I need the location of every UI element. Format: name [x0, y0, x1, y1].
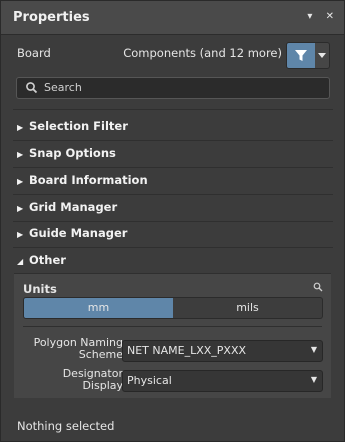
section-guide-manager[interactable]: ▶ Guide Manager — [17, 226, 127, 240]
units-mm-toggle[interactable]: mm — [23, 297, 174, 319]
divider — [23, 326, 322, 327]
section-snap-options[interactable]: ▶ Snap Options — [17, 146, 116, 160]
units-label: Units — [23, 282, 57, 296]
chevron-down-icon: ▼ — [310, 375, 317, 384]
divider — [13, 140, 333, 141]
section-label: Snap Options — [29, 146, 116, 160]
object-type-label: Board — [17, 46, 51, 60]
divider — [13, 109, 333, 110]
section-label: Grid Manager — [29, 200, 118, 214]
expand-arrow-icon: ▶ — [17, 177, 24, 186]
divider — [13, 247, 333, 248]
filter-scope-label: Components (and 12 more) — [123, 46, 282, 60]
designator-display-label: Designator Display — [19, 368, 123, 392]
select-value: NET NAME_LXX_PXXX — [127, 344, 247, 357]
expand-arrow-icon: ▶ — [17, 230, 24, 239]
expand-arrow-icon: ▶ — [17, 204, 24, 213]
section-grid-manager[interactable]: ▶ Grid Manager — [17, 200, 117, 214]
panel-title: Properties — [13, 10, 90, 25]
search-icon[interactable] — [313, 282, 323, 292]
filter-dropdown-button[interactable] — [315, 42, 330, 69]
section-selection-filter[interactable]: ▶ Selection Filter — [17, 119, 128, 133]
polygon-naming-scheme-label: Polygon Naming Scheme — [19, 337, 123, 361]
filter-icon — [295, 50, 307, 61]
filter-button[interactable] — [286, 42, 316, 69]
polygon-naming-scheme-select[interactable]: NET NAME_LXX_PXXX ▼ — [122, 340, 323, 362]
divider — [13, 194, 333, 195]
divider — [13, 221, 333, 222]
status-text: Nothing selected — [17, 419, 115, 433]
units-mils-toggle[interactable]: mils — [173, 297, 323, 319]
section-board-information[interactable]: ▶ Board Information — [17, 173, 148, 187]
panel-titlebar[interactable]: Properties ▾ ✕ — [1, 1, 344, 35]
search-placeholder: Search — [44, 81, 82, 94]
label-line: Scheme — [78, 348, 123, 361]
close-icon[interactable]: ✕ — [326, 11, 334, 22]
collapse-arrow-icon: ◢ — [17, 257, 24, 266]
select-value: Physical — [127, 374, 172, 387]
designator-display-select[interactable]: Physical ▼ — [122, 370, 323, 392]
section-label: Guide Manager — [29, 226, 128, 240]
chevron-down-icon — [318, 53, 326, 58]
expand-arrow-icon: ▶ — [17, 150, 24, 159]
chevron-down-icon: ▼ — [310, 345, 317, 354]
section-other[interactable]: ◢ Other — [17, 253, 66, 267]
label-line: Display — [82, 379, 123, 392]
section-label: Board Information — [29, 173, 148, 187]
properties-panel: Properties ▾ ✕ Board Components (and 12 … — [0, 0, 345, 442]
section-label: Selection Filter — [29, 119, 128, 133]
divider — [13, 167, 333, 168]
search-input[interactable]: Search — [16, 77, 330, 99]
section-label: Other — [29, 253, 66, 267]
other-section-body: Units mm mils Polygon Naming Scheme NET … — [14, 273, 331, 398]
search-icon — [26, 82, 38, 94]
expand-arrow-icon: ▶ — [17, 123, 24, 132]
pin-icon[interactable]: ▾ — [307, 11, 312, 22]
